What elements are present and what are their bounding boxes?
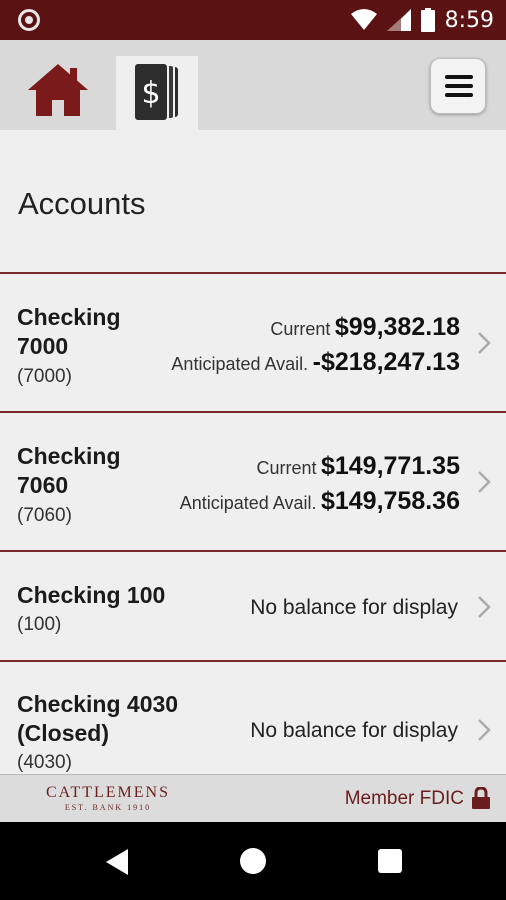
account-number: (4030) xyxy=(17,752,72,773)
current-label: Current xyxy=(256,458,317,478)
back-icon[interactable] xyxy=(104,848,130,876)
account-name: Checking 7060 xyxy=(17,443,121,498)
bank-logo: CATTLEMENS EST. BANK 1910 xyxy=(46,784,170,812)
wifi-icon xyxy=(350,9,377,30)
account-row[interactable]: Checking 7060 (7060) Current $149,771.35… xyxy=(0,413,506,552)
page-title: Accounts xyxy=(18,186,146,221)
current-value: $99,382.18 xyxy=(334,313,460,341)
account-row[interactable]: Checking 7000 (7000) Current $99,382.18 … xyxy=(0,274,506,413)
svg-text:$: $ xyxy=(141,76,160,111)
current-balance: Current $149,771.35 xyxy=(256,452,460,481)
status-bar: 8:59 xyxy=(0,0,506,40)
anticipated-label: Anticipated Avail. xyxy=(171,354,309,374)
member-fdic-text: Member FDIC xyxy=(344,788,464,809)
chevron-right-icon xyxy=(478,471,491,493)
account-name: Checking 100 xyxy=(17,582,166,608)
anticipated-value: $149,758.36 xyxy=(320,487,460,515)
hamburger-menu-icon xyxy=(445,75,473,79)
home-icon xyxy=(28,64,88,116)
footer: CATTLEMENS EST. BANK 1910 Member FDIC xyxy=(0,774,506,822)
dollar-cards-icon: $ xyxy=(133,63,178,121)
account-name: Checking 4030 (Closed) xyxy=(17,691,179,746)
anticipated-balance: Anticipated Avail. $149,758.36 xyxy=(180,487,460,516)
account-row[interactable]: Checking 100 (100) No balance for displa… xyxy=(0,552,506,662)
account-number: (7060) xyxy=(17,505,72,526)
account-row[interactable]: Checking 4030 (Closed) (4030) No balance… xyxy=(0,662,506,774)
account-name: Checking 7000 xyxy=(17,304,121,359)
current-value: $149,771.35 xyxy=(320,452,460,480)
recents-icon[interactable] xyxy=(378,849,402,873)
top-nav: $ xyxy=(0,40,506,130)
anticipated-value: -$218,247.13 xyxy=(312,348,460,376)
account-number: (7000) xyxy=(17,366,72,387)
account-number: (100) xyxy=(17,614,62,635)
no-balance-text: No balance for display xyxy=(250,596,458,619)
no-balance-text: No balance for display xyxy=(250,719,458,742)
system-home-icon[interactable] xyxy=(240,848,266,874)
home-button[interactable] xyxy=(26,62,90,118)
current-label: Current xyxy=(270,319,331,339)
anticipated-balance: Anticipated Avail. -$218,247.13 xyxy=(171,348,460,377)
battery-icon xyxy=(420,8,435,32)
chevron-right-icon xyxy=(478,596,491,618)
signal-icon xyxy=(386,9,411,31)
record-icon xyxy=(18,9,40,31)
chevron-right-icon xyxy=(478,332,491,354)
chevron-right-icon xyxy=(478,719,491,741)
menu-button[interactable] xyxy=(430,58,486,114)
anticipated-label: Anticipated Avail. xyxy=(179,493,317,513)
lock-icon xyxy=(472,787,490,809)
tab-accounts[interactable]: $ xyxy=(116,56,198,130)
current-balance: Current $99,382.18 xyxy=(270,313,460,342)
system-nav-bar xyxy=(0,822,506,900)
status-time: 8:59 xyxy=(444,7,494,33)
status-icons: 8:59 xyxy=(350,6,494,34)
